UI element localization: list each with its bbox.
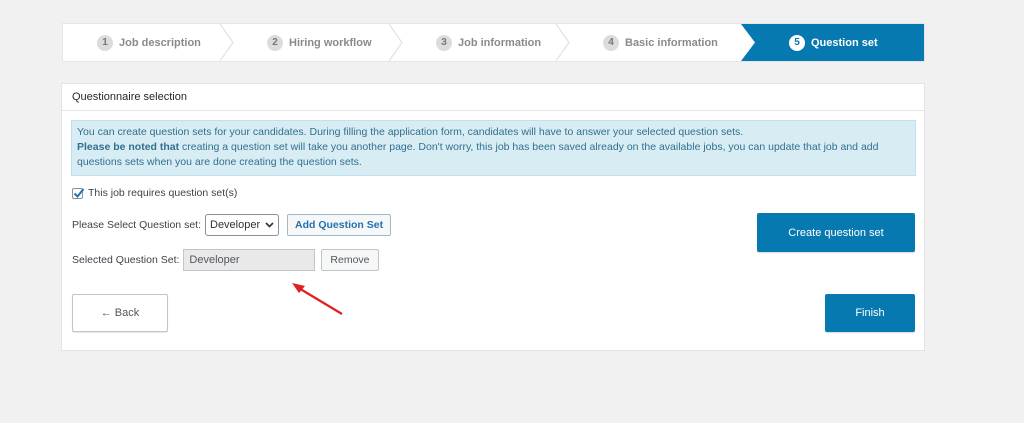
step-label: Basic information <box>625 36 718 49</box>
requires-question-set-row[interactable]: This job requires question set(s) <box>72 187 237 199</box>
step-number: 2 <box>267 34 283 51</box>
panel-title: Questionnaire selection <box>62 84 924 111</box>
step-label: Job information <box>458 36 542 49</box>
step-basic-information[interactable]: 4 Basic information <box>569 24 741 61</box>
create-question-set-button[interactable]: Create question set <box>757 213 915 252</box>
step-job-information[interactable]: 3 Job information <box>402 24 570 61</box>
question-set-select-row: Please Select Question set: Developer Ad… <box>72 214 392 236</box>
step-number: 3 <box>436 34 452 51</box>
step-number: 4 <box>603 34 619 51</box>
selected-question-set-field: Developer <box>183 249 316 271</box>
step-label: Job description <box>119 36 201 49</box>
step-job-description[interactable]: 1 Job description <box>63 24 234 61</box>
finish-button[interactable]: Finish <box>825 294 915 332</box>
step-hiring-workflow[interactable]: 2 Hiring workflow <box>233 24 403 61</box>
selected-label: Selected Question Set: <box>72 254 180 266</box>
back-button[interactable]: ← Back <box>72 294 168 332</box>
step-label: Hiring workflow <box>289 36 372 49</box>
wizard-stepper: 1 Job description 2 Hiring workflow 3 Jo… <box>62 23 925 62</box>
chevron-divider-icon <box>741 24 755 61</box>
annotation-arrow-icon <box>292 283 343 315</box>
notice-bold: Please be noted that <box>77 141 180 153</box>
add-question-set-button[interactable]: Add Question Set <box>287 214 392 236</box>
questionnaire-panel: Questionnaire selection You can create q… <box>61 83 925 351</box>
step-number: 5 <box>789 34 805 51</box>
step-number: 1 <box>97 34 113 51</box>
notice-line1: You can create question sets for your ca… <box>77 126 744 138</box>
notice-rest: creating a question set will take you an… <box>77 141 879 168</box>
chevron-down-icon <box>265 222 274 228</box>
info-notice: You can create question sets for your ca… <box>71 120 916 176</box>
chevron-divider-icon <box>389 24 403 61</box>
chevron-divider-icon <box>220 24 234 61</box>
step-label: Question set <box>811 36 878 49</box>
step-question-set[interactable]: 5 Question set <box>741 24 924 61</box>
notice-line2: Please be noted that creating a question… <box>77 140 910 170</box>
remove-button[interactable]: Remove <box>321 249 379 271</box>
requires-question-set-checkbox[interactable] <box>72 187 85 199</box>
selected-question-set-row: Selected Question Set: Developer Remove <box>72 249 379 271</box>
question-set-select[interactable]: Developer <box>205 214 279 236</box>
select-label: Please Select Question set: <box>72 219 201 231</box>
checkbox-label: This job requires question set(s) <box>88 187 238 199</box>
select-value: Developer <box>210 219 261 231</box>
checkmark-icon <box>73 187 85 198</box>
chevron-divider-icon <box>556 24 570 61</box>
